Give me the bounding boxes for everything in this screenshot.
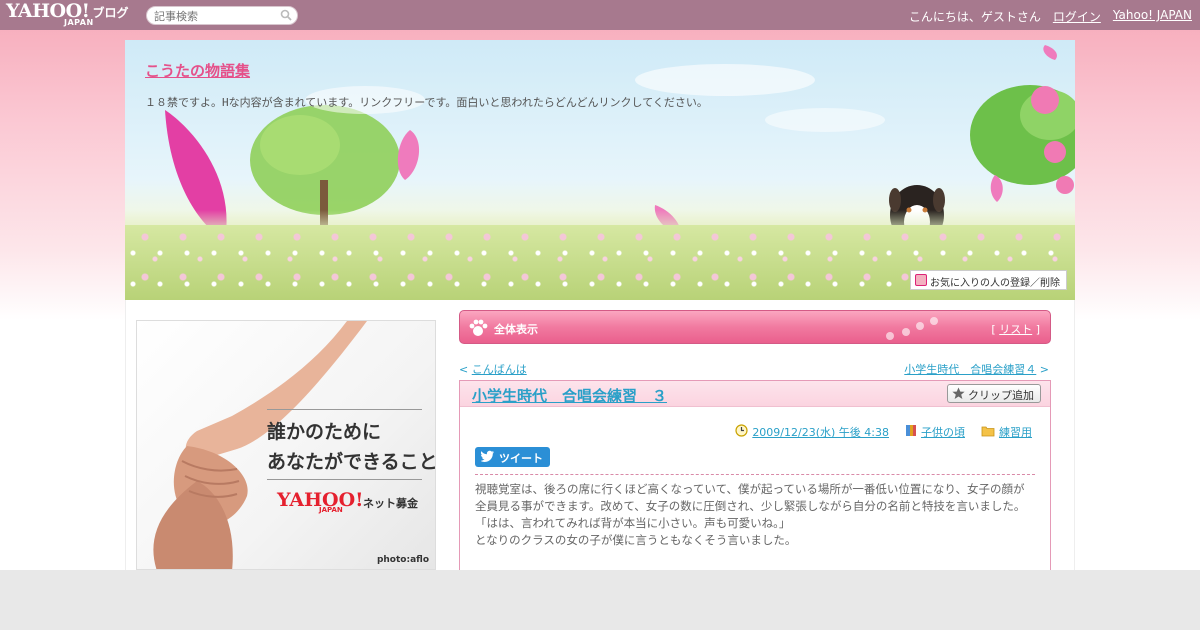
list-view-link[interactable]: リスト bbox=[999, 323, 1032, 336]
yahoo-blog-logo[interactable]: YAHOO! JAPAN ブログ bbox=[6, 2, 129, 28]
ad-photo-credit: photo:aflo bbox=[376, 555, 429, 565]
yahoo-donation-ad[interactable]: 誰かのために あなたができること YAHOO! JAPAN ネット募金 phot… bbox=[136, 320, 436, 570]
yahoo-top-bar: YAHOO! JAPAN ブログ こんにちは、ゲストさん ログイン Yahoo!… bbox=[0, 0, 1200, 30]
article-date: 2009/12/23(水) 午後 4:38 bbox=[735, 424, 889, 440]
category-folder: 練習用 bbox=[981, 424, 1032, 440]
login-link[interactable]: ログイン bbox=[1053, 8, 1101, 25]
category-header-bar: 全体表示 [ リスト ] bbox=[459, 310, 1051, 344]
blog-title-link[interactable]: こうたの物語集 bbox=[145, 60, 250, 81]
ad-headline: 誰かのために あなたができること bbox=[267, 421, 436, 473]
blog-description: １８禁ですよ。Hな内容が含まれています。リンクフリーです。面白いと思われたらどん… bbox=[145, 96, 708, 109]
user-links: こんにちは、ゲストさん ログイン Yahoo! JAPAN bbox=[909, 8, 1192, 25]
previous-article-link[interactable]: こんばんは bbox=[472, 363, 527, 376]
ad-yahoo-logo: YAHOO! JAPAN bbox=[277, 489, 363, 514]
article-divider bbox=[475, 474, 1035, 475]
favorite-register-label: お気に入りの人の登録／削除 bbox=[930, 278, 1060, 289]
page-footer-band bbox=[0, 570, 1200, 630]
category-link-practice[interactable]: 練習用 bbox=[999, 424, 1032, 440]
heart-icon bbox=[915, 274, 927, 286]
next-article-nav: 小学生時代 合唱会練習４ > bbox=[904, 361, 1049, 377]
article-meta: 2009/12/23(水) 午後 4:38 子供の頃 練習用 bbox=[735, 424, 1032, 440]
paw-prints-decoration bbox=[886, 317, 938, 340]
paw-icon bbox=[468, 318, 488, 341]
clock-icon bbox=[735, 424, 748, 440]
next-marker: > bbox=[1039, 363, 1049, 376]
article-paragraph: 視聴覚室は、後ろの席に行くほど高くなっていて、僕が起っている場所が一番低い位置に… bbox=[475, 482, 1026, 513]
article-body: 視聴覚室は、後ろの席に行くほど高くなっていて、僕が起っている場所が一番低い位置に… bbox=[475, 481, 1035, 549]
blog-header-banner: こうたの物語集 １８禁ですよ。Hな内容が含まれています。リンクフリーです。面白い… bbox=[125, 40, 1075, 300]
main-content: 誰かのために あなたができること YAHOO! JAPAN ネット募金 phot… bbox=[125, 300, 1075, 580]
article-title[interactable]: 小学生時代 合唱会練習 ３ bbox=[472, 385, 667, 406]
article-header: 小学生時代 合唱会練習 ３ クリップ追加 bbox=[460, 381, 1050, 407]
tweet-label: ツイート bbox=[499, 452, 543, 465]
article: 小学生時代 合唱会練習 ３ クリップ追加 2009/12/23(水) 午後 4:… bbox=[459, 380, 1051, 580]
list-bracket-close: ] bbox=[1035, 323, 1040, 336]
search-input[interactable] bbox=[154, 9, 274, 23]
ad-donation-label: ネット募金 bbox=[363, 497, 418, 510]
yahoo-logo-japan: JAPAN bbox=[64, 18, 94, 27]
book-icon bbox=[905, 424, 917, 440]
category-book: 子供の頃 bbox=[905, 424, 965, 440]
yahoo-japan-link[interactable]: Yahoo! JAPAN bbox=[1113, 8, 1192, 25]
article-paragraph: 「はは、言われてみれば背が本当に小さい。声も可愛いね。」 bbox=[475, 516, 791, 530]
favorite-register-button[interactable]: お気に入りの人の登録／削除 bbox=[910, 270, 1067, 290]
star-icon bbox=[952, 387, 965, 403]
category-link-childhood[interactable]: 子供の頃 bbox=[921, 424, 965, 440]
greeting-text: こんにちは、ゲストさん bbox=[908, 10, 1041, 24]
prev-marker: < bbox=[459, 363, 469, 376]
search-icon[interactable] bbox=[280, 9, 292, 24]
blog-label: ブログ bbox=[92, 6, 129, 20]
article-search-box[interactable] bbox=[146, 6, 298, 25]
clip-add-button[interactable]: クリップ追加 bbox=[947, 384, 1041, 403]
tweet-button[interactable]: ツイート bbox=[475, 447, 550, 467]
article-date-link[interactable]: 2009/12/23(水) 午後 4:38 bbox=[752, 424, 889, 440]
article-paragraph: となりのクラスの女の子が僕に言うともなくそう言いました。 bbox=[475, 533, 797, 547]
next-article-link[interactable]: 小学生時代 合唱会練習４ bbox=[904, 363, 1036, 376]
folder-icon bbox=[981, 425, 995, 440]
twitter-bird-icon bbox=[480, 450, 495, 465]
category-label: 全体表示 bbox=[494, 323, 538, 336]
clip-add-label: クリップ追加 bbox=[968, 389, 1034, 402]
previous-article-nav: < こんばんは bbox=[459, 361, 527, 377]
list-bracket-open: [ bbox=[991, 323, 996, 336]
ad-logo-japan: JAPAN bbox=[319, 506, 343, 514]
list-view-link-group: [ リスト ] bbox=[991, 321, 1040, 337]
